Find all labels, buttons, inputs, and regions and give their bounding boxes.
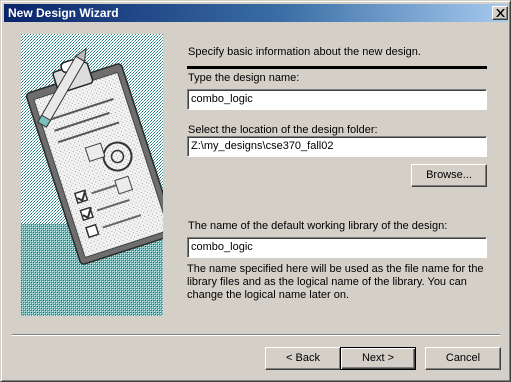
window-title: New Design Wizard [8, 6, 119, 20]
close-button[interactable] [492, 6, 508, 20]
clipboard-illustration-graphic [21, 34, 163, 316]
title-bar[interactable]: New Design Wizard [4, 4, 508, 22]
browse-button[interactable]: Browse... [411, 164, 487, 187]
footer-separator [12, 334, 500, 336]
close-icon [496, 9, 505, 17]
design-name-input[interactable]: combo_logic [187, 89, 487, 110]
design-name-label: Type the design name: [188, 72, 300, 84]
header-rule [187, 66, 487, 69]
library-name-input[interactable]: combo_logic [187, 237, 487, 258]
new-design-wizard-dialog: New Design Wizard Specify basic informat… [0, 0, 511, 382]
library-note-text: The name specified here will be used as … [187, 263, 484, 301]
clipboard-checklist-illustration [21, 34, 163, 316]
intro-text: Specify basic information about the new … [188, 46, 421, 58]
next-button[interactable]: Next > [340, 347, 416, 370]
cancel-button[interactable]: Cancel [425, 347, 501, 370]
library-name-label: The name of the default working library … [188, 220, 448, 232]
back-button[interactable]: < Back [265, 347, 341, 370]
design-folder-input[interactable]: Z:\my_designs\cse370_fall02 [187, 136, 487, 157]
